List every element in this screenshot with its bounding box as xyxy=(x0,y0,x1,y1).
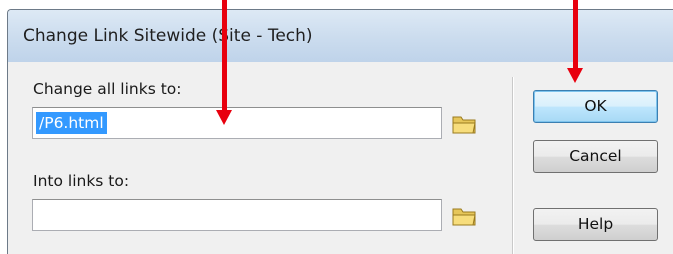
annotation-arrow-head-input xyxy=(216,110,232,125)
browse-folder-icon[interactable] xyxy=(452,113,478,135)
change-links-input[interactable]: /P6.html xyxy=(32,107,442,139)
ok-button[interactable]: OK xyxy=(533,90,658,123)
annotation-arrow-head-ok xyxy=(567,68,583,83)
vertical-separator xyxy=(512,77,513,254)
browse-folder-icon-2[interactable] xyxy=(452,205,478,227)
help-button[interactable]: Help xyxy=(533,208,658,241)
into-links-input[interactable] xyxy=(32,199,442,231)
cancel-button[interactable]: Cancel xyxy=(533,140,658,173)
into-links-label: Into links to: xyxy=(33,172,130,190)
annotation-arrow-shaft-ok xyxy=(573,0,578,70)
into-links-value xyxy=(36,204,42,226)
window-title: Change Link Sitewide (Site - Tech) xyxy=(23,26,313,46)
change-links-value: /P6.html xyxy=(36,112,107,134)
dialog-body: Change all links to: /P6.html Into links… xyxy=(8,62,673,254)
annotation-arrow-shaft-input xyxy=(222,0,227,112)
change-links-label: Change all links to: xyxy=(33,80,182,98)
